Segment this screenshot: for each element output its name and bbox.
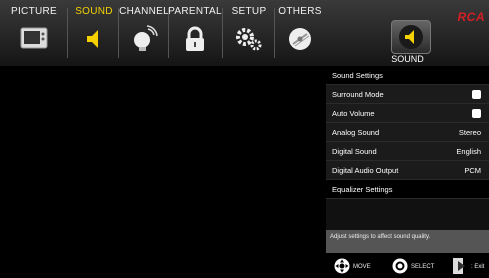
- select-label: SELECT: [411, 264, 435, 270]
- disc-icon: [281, 20, 319, 58]
- help-description: Adjust settings to affect sound quality.: [326, 230, 489, 253]
- tab-label: CHANNEL: [119, 6, 169, 17]
- ok-button-icon: [392, 258, 408, 276]
- tab-others[interactable]: OTHERS: [276, 6, 324, 64]
- speaker-icon: [75, 20, 113, 58]
- footer-bar: MOVE SELECT : Exit: [326, 253, 489, 278]
- move-label: MOVE: [353, 264, 371, 270]
- tab-label: SOUND: [75, 6, 113, 17]
- menu-item-value: Stereo: [458, 127, 481, 137]
- exit-icon: [452, 257, 468, 277]
- help-text: Adjust settings to affect sound quality.: [330, 234, 431, 240]
- menu-item-value: PCM: [464, 165, 481, 175]
- gears-icon: [230, 20, 268, 58]
- menu-item-value: English: [456, 146, 481, 156]
- tv-icon: [15, 20, 53, 58]
- tab-sound[interactable]: SOUND: [70, 6, 118, 64]
- menu-item-label: Digital Audio Output: [332, 165, 399, 175]
- menu-item-auto-volume[interactable]: Auto Volume: [326, 104, 489, 123]
- dpad-icon: [334, 258, 350, 276]
- tab-parental[interactable]: PARENTAL: [168, 6, 222, 64]
- tab-divider: [274, 8, 275, 58]
- brand-logo: RCA: [457, 10, 485, 24]
- tab-setup[interactable]: SETUP: [225, 6, 273, 64]
- tab-divider: [67, 8, 68, 58]
- tab-label: PICTURE: [11, 6, 57, 17]
- menu-item-digital-sound[interactable]: Digital Sound English: [326, 142, 489, 161]
- tab-label: OTHERS: [278, 6, 322, 17]
- auto-volume-checkbox[interactable]: [472, 108, 481, 118]
- menu-item-label: Auto Volume: [332, 108, 375, 118]
- tab-label: SETUP: [231, 6, 267, 17]
- menu-item-analog-sound[interactable]: Analog Sound Stereo: [326, 123, 489, 142]
- panel-title: SOUND: [391, 54, 424, 64]
- surround-mode-checkbox[interactable]: [472, 89, 481, 99]
- menu-item-label: Digital Sound: [332, 146, 377, 156]
- section-header-sound-settings: Sound Settings: [326, 66, 489, 85]
- speaker-icon: [391, 20, 431, 54]
- section-header-label: Equalizer Settings: [332, 184, 393, 194]
- tab-label: PARENTAL: [168, 6, 222, 17]
- section-header-label: Sound Settings: [332, 70, 383, 80]
- tab-divider: [222, 8, 223, 58]
- section-header-equalizer-settings[interactable]: Equalizer Settings: [326, 180, 489, 199]
- tab-channel[interactable]: CHANNEL: [119, 6, 169, 64]
- tab-picture[interactable]: PICTURE: [11, 6, 57, 64]
- select-hint: SELECT: [392, 258, 434, 276]
- menu-item-label: Surround Mode: [332, 89, 384, 99]
- lock-icon: [176, 20, 214, 58]
- menu-item-digital-audio-output[interactable]: Digital Audio Output PCM: [326, 161, 489, 180]
- exit-label: : Exit: [471, 264, 485, 270]
- exit-hint: : Exit: [452, 257, 484, 277]
- menu-item-label: Analog Sound: [332, 127, 380, 137]
- menu-item-surround-mode[interactable]: Surround Mode: [326, 85, 489, 104]
- move-hint: MOVE: [334, 258, 371, 276]
- satellite-icon: [125, 20, 163, 58]
